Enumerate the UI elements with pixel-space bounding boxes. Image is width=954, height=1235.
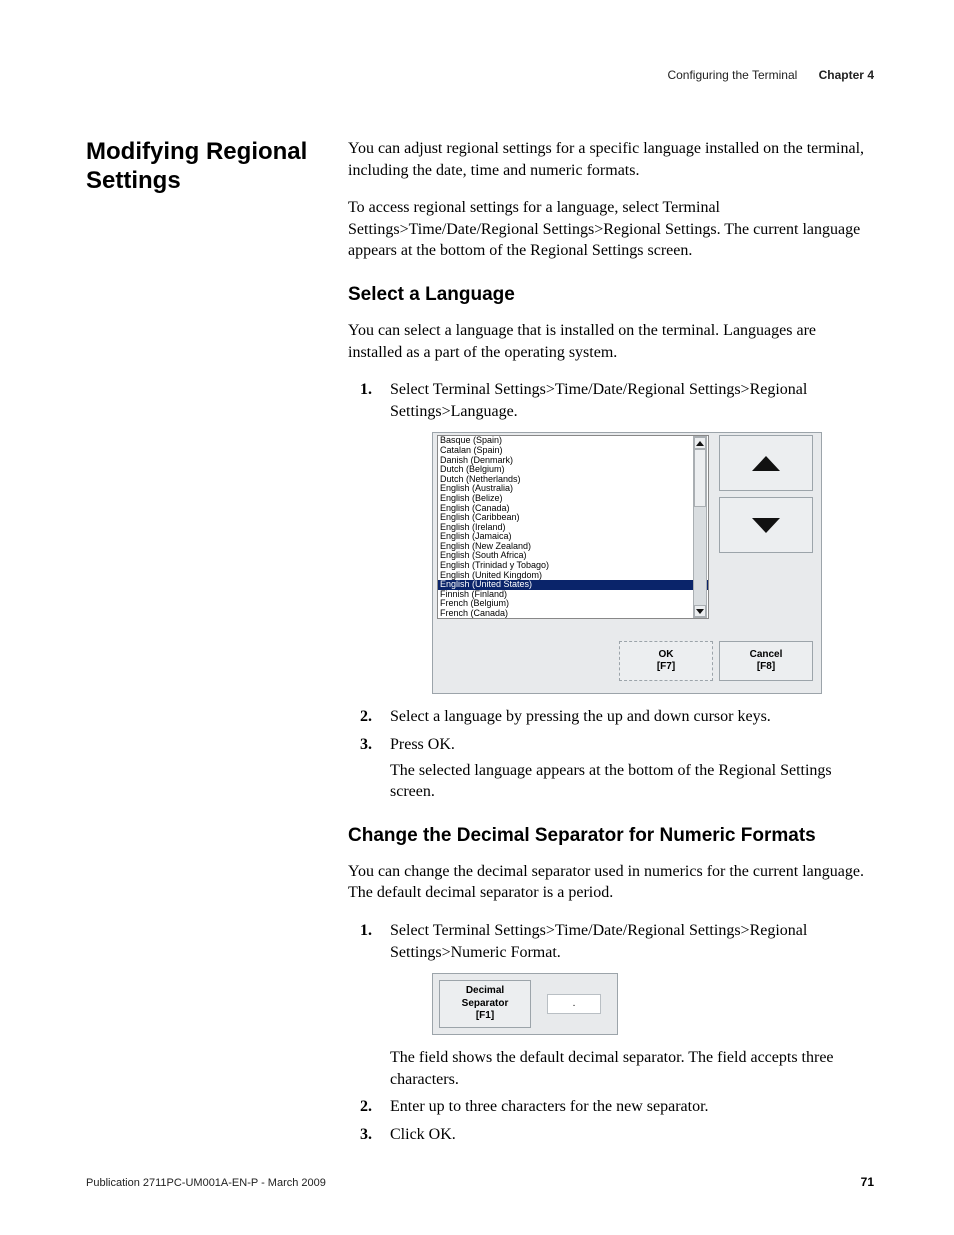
cancel-key: [F8] <box>757 661 775 674</box>
lang-step-3: 3. Press OK. The selected language appea… <box>348 734 872 803</box>
intro-paragraph-1: You can adjust regional settings for a s… <box>348 138 872 181</box>
listbox-scrollbar[interactable] <box>693 436 707 618</box>
running-header: Configuring the Terminal Chapter 4 <box>667 68 874 82</box>
step-number: 2. <box>360 1096 372 1118</box>
step-text: Enter up to three characters for the new… <box>390 1098 709 1115</box>
step-text: Select a language by pressing the up and… <box>390 708 771 725</box>
decimal-steps: 1. Select Terminal Settings>Time/Date/Re… <box>348 920 872 1146</box>
step-number: 1. <box>360 920 372 942</box>
dec-step-2: 2. Enter up to three characters for the … <box>348 1096 872 1118</box>
footer-publication: Publication 2711PC-UM001A-EN-P - March 2… <box>86 1177 326 1189</box>
step-text: Select Terminal Settings>Time/Date/Regio… <box>390 381 807 420</box>
dec-step-1: 1. Select Terminal Settings>Time/Date/Re… <box>348 920 872 1090</box>
step-text: Press OK. <box>390 736 455 753</box>
cursor-down-button[interactable] <box>719 497 813 553</box>
ds-key: [F1] <box>476 1010 494 1023</box>
step-number: 1. <box>360 379 372 401</box>
scrollbar-up-button[interactable] <box>694 437 706 449</box>
decimal-heading: Change the Decimal Separator for Numeric… <box>348 825 872 847</box>
cancel-button[interactable]: Cancel [F8] <box>719 641 813 681</box>
decimal-separator-button[interactable]: Decimal Separator [F1] <box>439 980 531 1028</box>
running-header-section: Configuring the Terminal <box>667 68 797 82</box>
step-number: 3. <box>360 734 372 756</box>
select-language-steps: 1. Select Terminal Settings>Time/Date/Re… <box>348 379 872 803</box>
step-subtext: The field shows the default decimal sepa… <box>390 1047 872 1090</box>
running-header-chapter: Chapter 4 <box>819 68 874 82</box>
chevron-up-icon <box>696 441 704 446</box>
scrollbar-thumb[interactable] <box>694 449 706 507</box>
language-option[interactable]: French (France) <box>438 619 708 620</box>
footer-page-number: 71 <box>861 1175 874 1189</box>
step-text: Click OK. <box>390 1126 456 1143</box>
ds-line2: Separator <box>462 998 509 1011</box>
intro-paragraph-2: To access regional settings for a langua… <box>348 197 872 262</box>
decimal-dialog-screenshot: Decimal Separator [F1] . <box>432 973 618 1035</box>
language-dialog-screenshot: Basque (Spain)Catalan (Spain)Danish (Den… <box>432 432 822 694</box>
lang-step-2: 2. Select a language by pressing the up … <box>348 706 872 728</box>
select-language-heading: Select a Language <box>348 284 872 306</box>
step-subtext: The selected language appears at the bot… <box>390 760 872 803</box>
cancel-label: Cancel <box>750 649 783 662</box>
right-column: You can adjust regional settings for a s… <box>348 138 872 1151</box>
step-text: Select Terminal Settings>Time/Date/Regio… <box>390 922 807 961</box>
decimal-dialog: Decimal Separator [F1] . <box>432 973 618 1035</box>
cursor-up-button[interactable] <box>719 435 813 491</box>
language-dialog: Basque (Spain)Catalan (Spain)Danish (Den… <box>432 432 822 694</box>
dec-step-3: 3. Click OK. <box>348 1124 872 1146</box>
section-title: Modifying Regional Settings <box>86 138 326 196</box>
ds-field-value: . <box>573 997 576 1011</box>
left-column: Modifying Regional Settings <box>86 138 326 196</box>
select-language-lead: You can select a language that is instal… <box>348 320 872 363</box>
lang-step-1: 1. Select Terminal Settings>Time/Date/Re… <box>348 379 872 694</box>
ok-key: [F7] <box>657 661 675 674</box>
page: Configuring the Terminal Chapter 4 Modif… <box>0 0 954 1235</box>
scrollbar-down-button[interactable] <box>694 605 706 617</box>
step-number: 3. <box>360 1124 372 1146</box>
language-listbox[interactable]: Basque (Spain)Catalan (Spain)Danish (Den… <box>437 435 709 619</box>
ds-line1: Decimal <box>466 985 504 998</box>
chevron-down-icon <box>696 609 704 614</box>
triangle-up-icon <box>752 456 780 471</box>
step-number: 2. <box>360 706 372 728</box>
ok-label: OK <box>659 649 674 662</box>
decimal-separator-field[interactable]: . <box>547 994 601 1014</box>
ok-button[interactable]: OK [F7] <box>619 641 713 681</box>
triangle-down-icon <box>752 518 780 533</box>
decimal-lead: You can change the decimal separator use… <box>348 861 872 904</box>
